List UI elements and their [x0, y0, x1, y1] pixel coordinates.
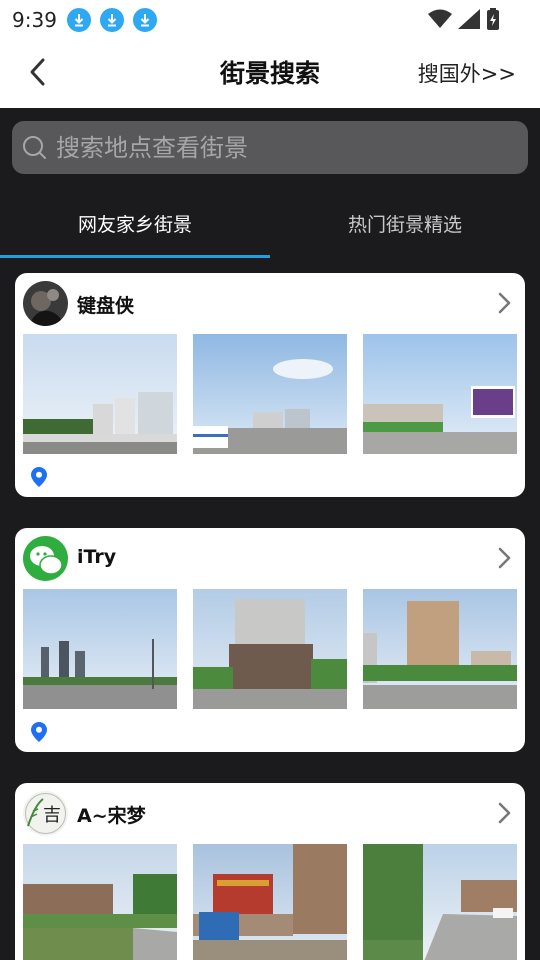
location-pin-icon — [31, 722, 47, 742]
svg-text:吉: 吉 — [43, 805, 61, 826]
search-bar[interactable] — [12, 121, 528, 174]
street-photo[interactable] — [23, 334, 177, 454]
avatar[interactable]: 吉 — [23, 791, 68, 836]
chevron-right-icon[interactable] — [497, 801, 513, 825]
street-photo[interactable] — [363, 334, 517, 454]
chevron-right-icon[interactable] — [497, 546, 513, 570]
street-photo[interactable] — [193, 844, 347, 960]
header: 街景搜索 搜国外>> — [0, 40, 540, 108]
street-photo[interactable] — [23, 589, 177, 709]
status-time: 9:39 — [12, 8, 57, 32]
post-header[interactable]: iTry — [15, 528, 525, 588]
post-card[interactable]: iTry — [15, 528, 525, 752]
post-card[interactable]: 吉 A~宋梦 — [15, 783, 525, 960]
search-icon — [23, 135, 46, 159]
post-header[interactable]: 键盘侠 — [15, 273, 525, 333]
username: iTry — [77, 546, 117, 568]
search-input[interactable] — [56, 133, 496, 162]
status-bar: 9:39 — [0, 0, 540, 40]
battery-icon — [487, 8, 499, 30]
wifi-icon — [428, 9, 452, 28]
avatar[interactable] — [23, 536, 68, 581]
active-tab-indicator — [0, 255, 270, 258]
signal-icon — [458, 9, 480, 29]
post-card[interactable]: 键盘侠 — [15, 273, 525, 497]
download-icon — [132, 8, 157, 32]
username: 键盘侠 — [77, 295, 135, 317]
chevron-right-icon[interactable] — [497, 291, 513, 315]
post-header[interactable]: 吉 A~宋梦 — [15, 783, 525, 843]
location-pin-icon — [31, 467, 47, 487]
tab-hometown-streetview[interactable]: 网友家乡街景 — [0, 196, 270, 258]
avatar[interactable] — [23, 281, 68, 326]
username: A~宋梦 — [77, 805, 146, 827]
download-icon — [99, 8, 124, 32]
street-photo[interactable] — [193, 334, 347, 454]
search-abroad-link[interactable]: 搜国外>> — [418, 58, 516, 88]
street-photo[interactable] — [23, 844, 177, 960]
download-icon — [66, 8, 91, 32]
tab-bar: 网友家乡街景 热门街景精选 — [0, 196, 540, 258]
tab-hot-streetview[interactable]: 热门街景精选 — [270, 196, 540, 258]
street-photo[interactable] — [363, 589, 517, 709]
street-photo[interactable] — [193, 589, 347, 709]
street-photo[interactable] — [363, 844, 517, 960]
